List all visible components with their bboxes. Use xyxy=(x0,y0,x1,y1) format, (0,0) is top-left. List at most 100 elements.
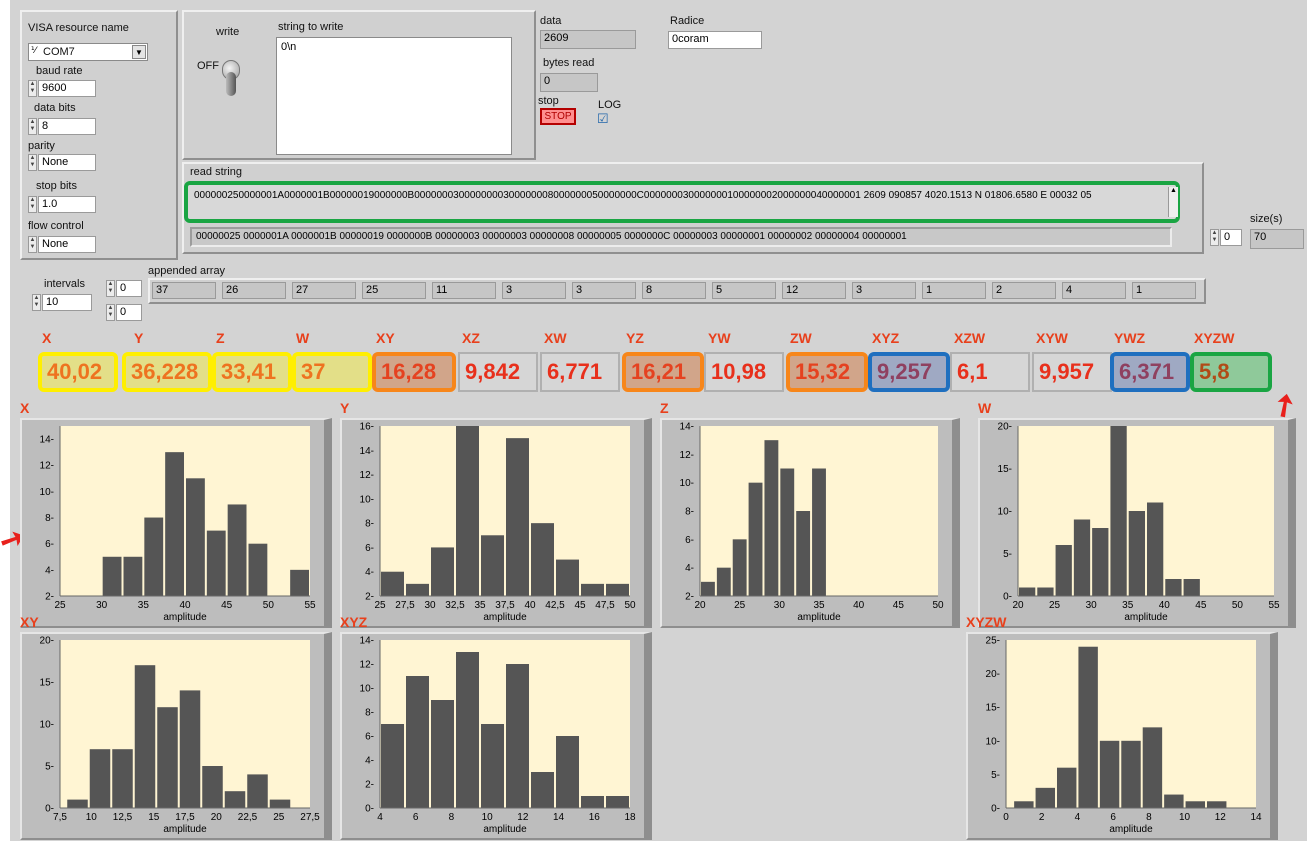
flow-control-stepper[interactable]: ▲ ▼ xyxy=(28,236,37,253)
x-tick-label: 30 xyxy=(96,600,108,611)
chevron-down-icon[interactable]: ▼ xyxy=(132,45,146,59)
metric-label: Z xyxy=(216,330,225,346)
radice-field[interactable]: 0coram xyxy=(668,31,762,49)
parity-stepper[interactable]: ▲ ▼ xyxy=(28,154,37,171)
stop-label: stop xyxy=(538,95,559,107)
baud-rate-field[interactable]: 9600 xyxy=(38,80,96,97)
read-string-hex-indicator: 00000025 0000001A 0000001B 00000019 0000… xyxy=(190,227,1172,247)
baud-rate-stepper[interactable]: ▲ ▼ xyxy=(28,80,37,97)
x-tick-label: 14 xyxy=(1250,812,1262,823)
array-cell: 1 xyxy=(1132,282,1196,299)
x-axis-label: amplitude xyxy=(163,612,207,623)
metric-label: XZW xyxy=(954,330,986,346)
y-tick-label: 25- xyxy=(986,636,1000,647)
intervals-field[interactable]: 10 xyxy=(42,294,92,311)
metric-label: ZW xyxy=(790,330,812,346)
visa-resource-select[interactable]: ⅟ COM7 ▼ xyxy=(28,43,148,61)
x-axis-label: amplitude xyxy=(483,612,527,623)
array-index-field-2[interactable]: 0 xyxy=(116,304,142,321)
histogram-bar xyxy=(1037,587,1054,596)
scrollbar[interactable]: ▲ xyxy=(1168,187,1178,217)
array-index-stepper-1[interactable]: ▲ ▼ xyxy=(106,280,115,297)
metric-value: 6,1 xyxy=(950,352,1030,392)
x-tick-label: 35 xyxy=(813,600,825,611)
array-index-stepper-2[interactable]: ▲ ▼ xyxy=(106,304,115,321)
array-index-field-1[interactable]: 0 xyxy=(116,280,142,297)
histogram-bar xyxy=(1035,787,1055,808)
y-tick-label: 6- xyxy=(365,543,374,554)
x-tick-label: 32,5 xyxy=(445,600,465,611)
intervals-stepper[interactable]: ▲ ▼ xyxy=(32,294,41,311)
histogram-bar xyxy=(732,539,747,596)
x-tick-label: 2 xyxy=(1039,812,1045,823)
histogram-bar xyxy=(1014,801,1034,808)
read-string-cluster: read string 000000250000001A0000001B0000… xyxy=(182,162,1204,254)
x-tick-label: 30 xyxy=(774,600,786,611)
histogram-bar xyxy=(224,791,246,808)
y-tick-label: 0- xyxy=(1003,592,1012,603)
x-tick-label: 17,5 xyxy=(175,812,195,823)
y-tick-label: 5- xyxy=(45,762,54,773)
metric-value: 5,8 xyxy=(1190,352,1272,392)
y-tick-label: 2- xyxy=(365,592,374,603)
y-tick-label: 10- xyxy=(680,478,694,489)
write-toggle-switch[interactable] xyxy=(220,54,242,96)
metric-label: XY xyxy=(376,330,395,346)
histogram-bar xyxy=(506,438,529,596)
array-cell: 3 xyxy=(502,282,566,299)
y-tick-label: 2- xyxy=(685,592,694,603)
x-tick-label: 14 xyxy=(553,812,565,823)
log-checkbox[interactable]: ☑ xyxy=(597,112,609,125)
histogram-bar xyxy=(456,426,479,596)
y-tick-label: 0- xyxy=(991,804,1000,815)
size-label: size(s) xyxy=(1250,213,1283,225)
y-tick-label: 10- xyxy=(40,487,54,498)
array-cell: 3 xyxy=(852,282,916,299)
metric-label: XW xyxy=(544,330,567,346)
data-bits-stepper[interactable]: ▲ ▼ xyxy=(28,118,37,135)
y-tick-label: 15- xyxy=(40,678,54,689)
read-string-line1: 000000250000001A0000001B00000019000000B0… xyxy=(194,190,1092,201)
size-index-stepper[interactable]: ▲ ▼ xyxy=(1210,229,1219,246)
histogram-bar xyxy=(481,724,504,808)
metric-label: X xyxy=(42,330,52,346)
x-tick-label: 45 xyxy=(893,600,905,611)
x-tick-label: 40 xyxy=(853,600,865,611)
y-tick-label: 14- xyxy=(360,636,374,647)
histogram-bar xyxy=(506,664,529,808)
y-tick-label: 8- xyxy=(685,507,694,518)
string-to-write-field[interactable]: 0\n xyxy=(276,37,512,155)
y-tick-label: 20- xyxy=(40,636,54,647)
y-tick-label: 2- xyxy=(45,592,54,603)
y-tick-label: 6- xyxy=(685,535,694,546)
array-cell: 11 xyxy=(432,282,496,299)
array-cell: 1 xyxy=(922,282,986,299)
stop-button[interactable]: STOP xyxy=(540,108,576,125)
histogram-bar xyxy=(1078,646,1098,808)
metric-value: 6,771 xyxy=(540,352,620,392)
histogram-bar xyxy=(269,799,291,808)
x-tick-label: 20 xyxy=(694,600,706,611)
histogram-bar xyxy=(381,571,404,596)
y-tick-label: 10- xyxy=(360,494,374,505)
metric-label: W xyxy=(296,330,310,346)
x-tick-label: 25 xyxy=(54,600,66,611)
histogram-bar xyxy=(581,796,604,808)
metric-value: 10,98 xyxy=(704,352,784,392)
x-tick-label: 30 xyxy=(424,600,436,611)
histogram-bar xyxy=(1057,767,1077,808)
stop-bits-stepper[interactable]: ▲ ▼ xyxy=(28,196,37,213)
data-bits-field[interactable]: 8 xyxy=(38,118,96,135)
stop-bits-field[interactable]: 1.0 xyxy=(38,196,96,213)
size-index-field[interactable]: 0 xyxy=(1220,229,1242,246)
flow-control-field[interactable]: None xyxy=(38,236,96,253)
y-tick-label: 15- xyxy=(998,464,1012,475)
histogram-bar xyxy=(812,468,826,596)
parity-field[interactable]: None xyxy=(38,154,96,171)
x-tick-label: 45 xyxy=(574,600,586,611)
histogram-bar xyxy=(144,517,164,596)
io-icon: ⅟ xyxy=(31,45,37,55)
histogram-bar xyxy=(1185,801,1205,808)
appended-array: 37 26 27 25 11 3 3 8 5 12 3 1 2 4 1 xyxy=(148,278,1206,304)
x-tick-label: 10 xyxy=(1179,812,1191,823)
